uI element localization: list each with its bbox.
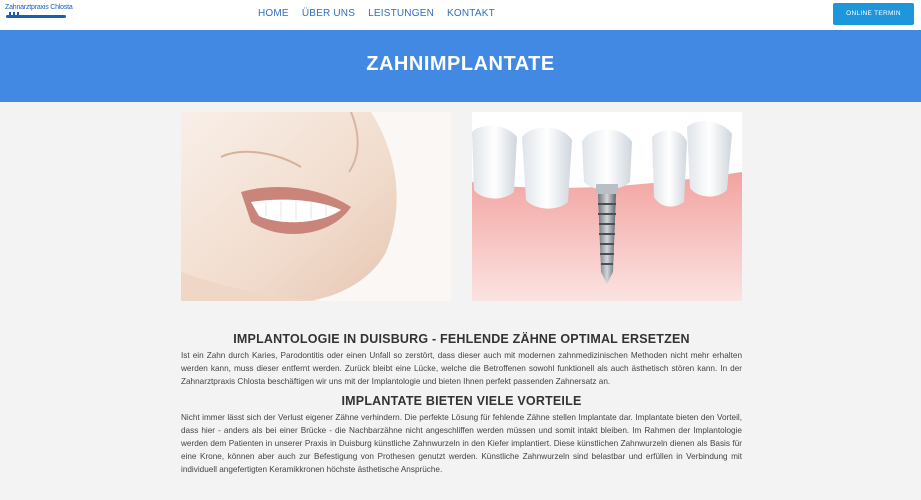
smile-illustration bbox=[181, 112, 451, 301]
online-termin-button[interactable]: ONLINE TERMIN bbox=[833, 3, 914, 25]
smile-image bbox=[181, 112, 451, 301]
toothbrush-logo-icon bbox=[6, 12, 66, 18]
nav-ueber-uns[interactable]: ÜBER UNS bbox=[302, 8, 355, 19]
nav-leistungen[interactable]: LEISTUNGEN bbox=[368, 8, 434, 19]
hero-banner: ZAHNIMPLANTATE bbox=[0, 30, 921, 102]
site-logo[interactable]: Zahnarztpraxis Chlosta bbox=[5, 4, 73, 22]
paragraph-implantologie: Ist ein Zahn durch Karies, Parodontitis … bbox=[181, 351, 742, 386]
nav-kontakt[interactable]: KONTAKT bbox=[447, 8, 495, 19]
implant-image bbox=[472, 112, 742, 301]
paragraph-vorteile: Nicht immer lässt sich der Verlust eigen… bbox=[181, 413, 742, 474]
section-heading-implantologie: IMPLANTOLOGIE IN DUISBURG - FEHLENDE ZÄH… bbox=[233, 332, 690, 346]
content-section: IMPLANTOLOGIE IN DUISBURG - FEHLENDE ZÄH… bbox=[181, 332, 742, 476]
top-navigation-bar: Zahnarztpraxis Chlosta HOME ÜBER UNS LEI… bbox=[0, 0, 921, 30]
nav-home[interactable]: HOME bbox=[258, 8, 289, 19]
page-title: ZAHNIMPLANTATE bbox=[366, 53, 555, 75]
section-heading-vorteile: IMPLANTATE BIETEN VIELE VORTEILE bbox=[341, 394, 582, 409]
logo-text: Zahnarztpraxis Chlosta bbox=[5, 4, 73, 11]
implant-illustration bbox=[472, 112, 742, 301]
main-nav: HOME ÜBER UNS LEISTUNGEN KONTAKT bbox=[258, 8, 508, 19]
